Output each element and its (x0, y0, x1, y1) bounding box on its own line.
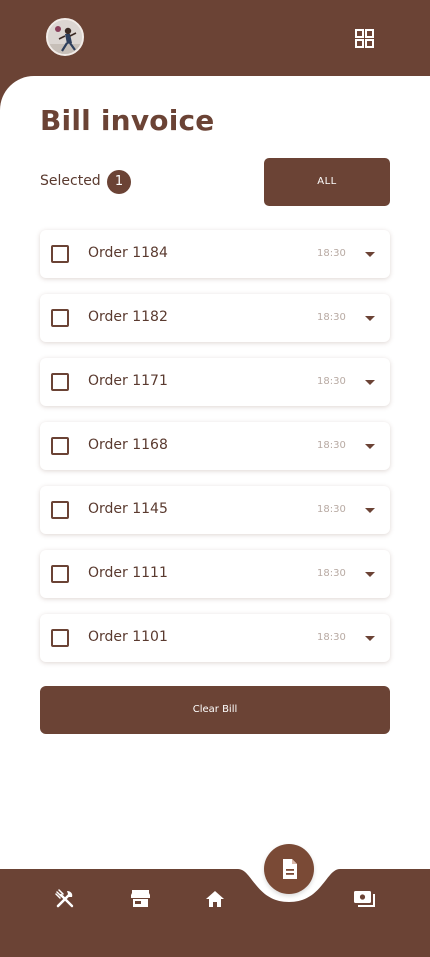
store-icon[interactable] (131, 890, 150, 912)
order-row[interactable]: Order 1168 18:30 (40, 422, 390, 470)
order-checkbox[interactable] (51, 309, 69, 327)
order-label: Order 1184 (88, 245, 168, 261)
order-checkbox[interactable] (51, 437, 69, 455)
avatar[interactable] (46, 18, 84, 56)
order-row[interactable]: Order 1182 18:30 (40, 294, 390, 342)
order-time: 18:30 (317, 632, 346, 643)
utensils-icon[interactable] (55, 889, 75, 913)
document-icon (283, 859, 297, 879)
document-fab-button[interactable] (264, 844, 314, 894)
home-icon[interactable] (205, 890, 225, 912)
order-checkbox[interactable] (51, 629, 69, 647)
chevron-down-icon[interactable] (365, 508, 375, 513)
chevron-down-icon[interactable] (365, 316, 375, 321)
order-time: 18:30 (317, 440, 346, 451)
order-row[interactable]: Order 1171 18:30 (40, 358, 390, 406)
order-time: 18:30 (317, 376, 346, 387)
chevron-down-icon[interactable] (365, 572, 375, 577)
order-label: Order 1111 (88, 565, 168, 581)
selected-count-badge: 1 (107, 170, 131, 194)
page-title: Bill invoice (40, 104, 215, 137)
order-row[interactable]: Order 1111 18:30 (40, 550, 390, 598)
chevron-down-icon[interactable] (365, 252, 375, 257)
select-all-button[interactable]: ALL (264, 158, 390, 206)
order-time: 18:30 (317, 248, 346, 259)
order-checkbox[interactable] (51, 245, 69, 263)
order-row[interactable]: Order 1145 18:30 (40, 486, 390, 534)
order-label: Order 1171 (88, 373, 168, 389)
order-row[interactable]: Order 1101 18:30 (40, 614, 390, 662)
order-checkbox[interactable] (51, 501, 69, 519)
order-label: Order 1168 (88, 437, 168, 453)
order-label: Order 1145 (88, 501, 168, 517)
order-time: 18:30 (317, 568, 346, 579)
order-label: Order 1182 (88, 309, 168, 325)
grid-icon[interactable] (355, 29, 374, 48)
chevron-down-icon[interactable] (365, 380, 375, 385)
order-row[interactable]: Order 1184 18:30 (40, 230, 390, 278)
order-list: Order 1184 18:30 Order 1182 18:30 Order … (40, 230, 390, 678)
order-time: 18:30 (317, 504, 346, 515)
order-time: 18:30 (317, 312, 346, 323)
order-label: Order 1101 (88, 629, 168, 645)
clear-bill-button[interactable]: Clear Bill (40, 686, 390, 734)
order-checkbox[interactable] (51, 565, 69, 583)
order-checkbox[interactable] (51, 373, 69, 391)
chevron-down-icon[interactable] (365, 444, 375, 449)
payment-icon[interactable] (353, 890, 376, 912)
selected-label: Selected (40, 173, 101, 189)
chevron-down-icon[interactable] (365, 636, 375, 641)
